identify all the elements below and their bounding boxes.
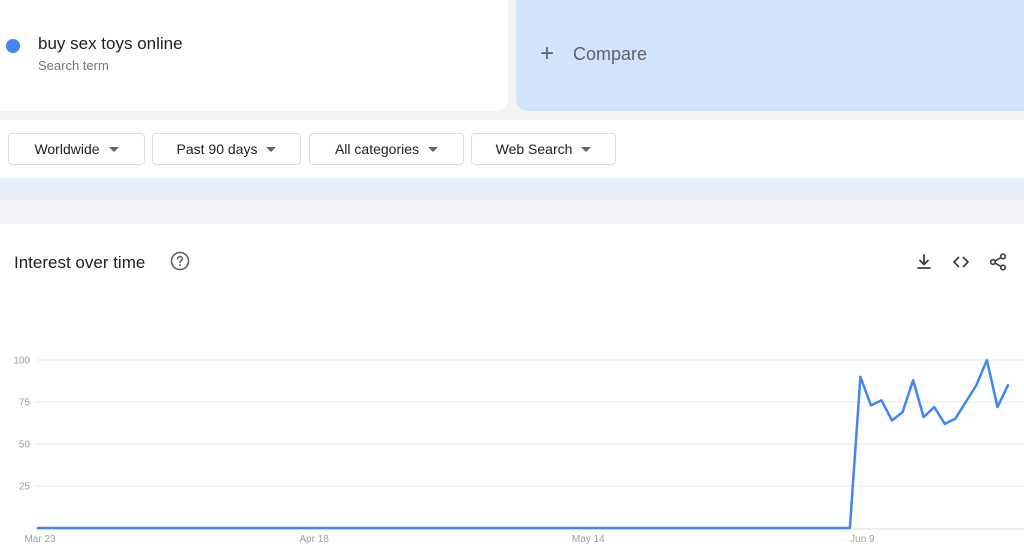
search-term-card[interactable]: buy sex toys online Search term <box>0 0 508 111</box>
panel-title: Interest over time <box>14 253 146 272</box>
time-range-filter-label: Past 90 days <box>176 141 258 157</box>
embed-code-icon[interactable] <box>951 252 971 272</box>
help-circle-icon[interactable] <box>170 251 190 271</box>
search-type-filter-dropdown[interactable]: Web Search <box>471 133 616 165</box>
category-filter-label: All categories <box>334 141 420 157</box>
dropdown-caret-icon <box>581 146 592 152</box>
category-filter-dropdown[interactable]: All categories <box>309 133 464 165</box>
search-term-subtitle: Search term <box>38 58 109 73</box>
compare-label: Compare <box>573 44 648 64</box>
dropdown-caret-icon <box>428 146 439 152</box>
x-tick-label: Apr 18 <box>299 534 329 545</box>
search-type-filter-label: Web Search <box>495 141 573 157</box>
plus-icon: + <box>540 40 555 67</box>
region-filter-dropdown[interactable]: Worldwide <box>8 133 145 165</box>
region-filter-label: Worldwide <box>34 141 100 157</box>
divider-band <box>0 178 1024 200</box>
y-tick-label: 100 <box>13 356 30 367</box>
dropdown-caret-icon <box>266 146 277 152</box>
x-tick-label: May 14 <box>572 534 605 545</box>
y-tick-label: 25 <box>19 482 31 493</box>
y-tick-label: 50 <box>19 440 31 451</box>
time-range-filter-dropdown[interactable]: Past 90 days <box>152 133 301 165</box>
interest-over-time-chart: 25 50 75 100 Mar 23 Apr 18 May 14 Jun 9 <box>13 356 1024 545</box>
interest-over-time-card: 25 50 75 100 Mar 23 Apr 18 May 14 Jun 9 Interes… <box>0 224 1024 556</box>
share-icon[interactable] <box>988 252 1008 272</box>
dropdown-caret-icon <box>108 146 119 152</box>
series-color-dot <box>6 39 20 53</box>
filter-bar: Worldwide Past 90 days All categories We… <box>0 120 1024 178</box>
x-tick-label: Jun 9 <box>850 534 875 545</box>
search-term-name[interactable]: buy sex toys online <box>38 34 183 54</box>
compare-button[interactable]: + Compare <box>516 0 1024 111</box>
divider-band <box>0 200 1024 224</box>
x-tick-label: Mar 23 <box>24 534 56 545</box>
download-icon[interactable] <box>914 252 934 272</box>
y-tick-label: 75 <box>19 398 31 409</box>
